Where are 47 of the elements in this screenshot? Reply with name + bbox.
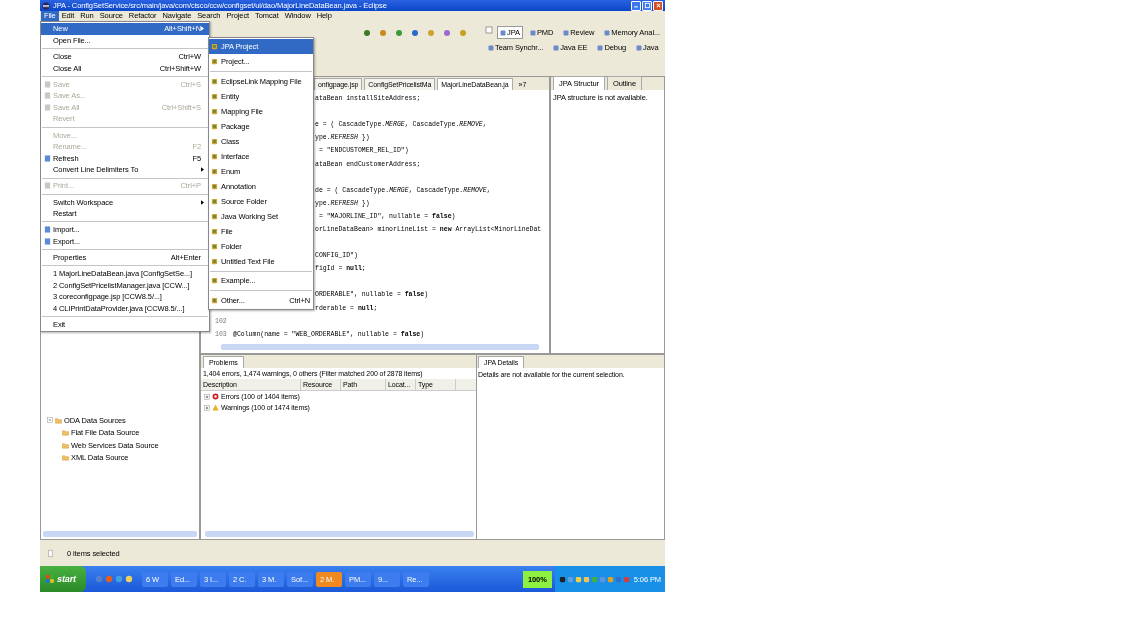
expander-icon[interactable] — [47, 417, 53, 424]
maximize-button[interactable] — [642, 0, 652, 11]
submenu-arrow-icon — [201, 199, 204, 205]
warning-icon — [212, 404, 219, 411]
item-icon — [211, 107, 218, 115]
item-icon — [211, 122, 218, 130]
item-icon — [211, 242, 218, 250]
perspective-icon — [488, 44, 494, 51]
perspective-icon — [563, 29, 570, 36]
minimize-button[interactable] — [631, 0, 641, 11]
item-icon — [211, 77, 218, 85]
horizontal-scrollbar[interactable] — [205, 531, 474, 537]
item-icon — [211, 182, 218, 190]
submenu-arrow-icon — [201, 26, 204, 32]
item-icon — [211, 58, 218, 65]
item-icon — [211, 152, 218, 160]
horizontal-scrollbar[interactable] — [43, 531, 197, 537]
open-perspective-icon[interactable] — [485, 26, 493, 34]
file-icon — [43, 182, 51, 190]
horizontal-scrollbar[interactable] — [221, 344, 539, 350]
perspective-icon — [604, 29, 611, 36]
windows-flag-icon — [46, 575, 54, 583]
close-icon — [654, 2, 662, 9]
submenu-arrow-icon — [201, 167, 204, 173]
file-icon — [43, 154, 51, 162]
item-icon — [211, 167, 218, 175]
perspective-icon — [500, 29, 506, 36]
maximize-icon — [643, 2, 651, 9]
perspective-icon — [529, 29, 536, 36]
perspective-icon — [553, 44, 560, 51]
item-icon — [211, 257, 218, 265]
start-button[interactable]: start — [40, 566, 86, 592]
error-icon — [212, 393, 219, 400]
perspective-icon — [636, 44, 643, 51]
item-icon — [211, 212, 218, 220]
item-icon — [211, 43, 218, 50]
item-icon — [211, 227, 218, 235]
expander-icon[interactable] — [204, 404, 210, 411]
expander-icon[interactable] — [204, 393, 210, 400]
perspective-icon — [597, 44, 604, 51]
close-button[interactable] — [653, 0, 663, 11]
item-icon — [211, 92, 218, 100]
status-icon — [48, 548, 53, 558]
item-icon — [211, 277, 218, 284]
item-icon — [211, 137, 218, 145]
item-icon — [211, 197, 218, 205]
item-icon — [211, 296, 218, 304]
